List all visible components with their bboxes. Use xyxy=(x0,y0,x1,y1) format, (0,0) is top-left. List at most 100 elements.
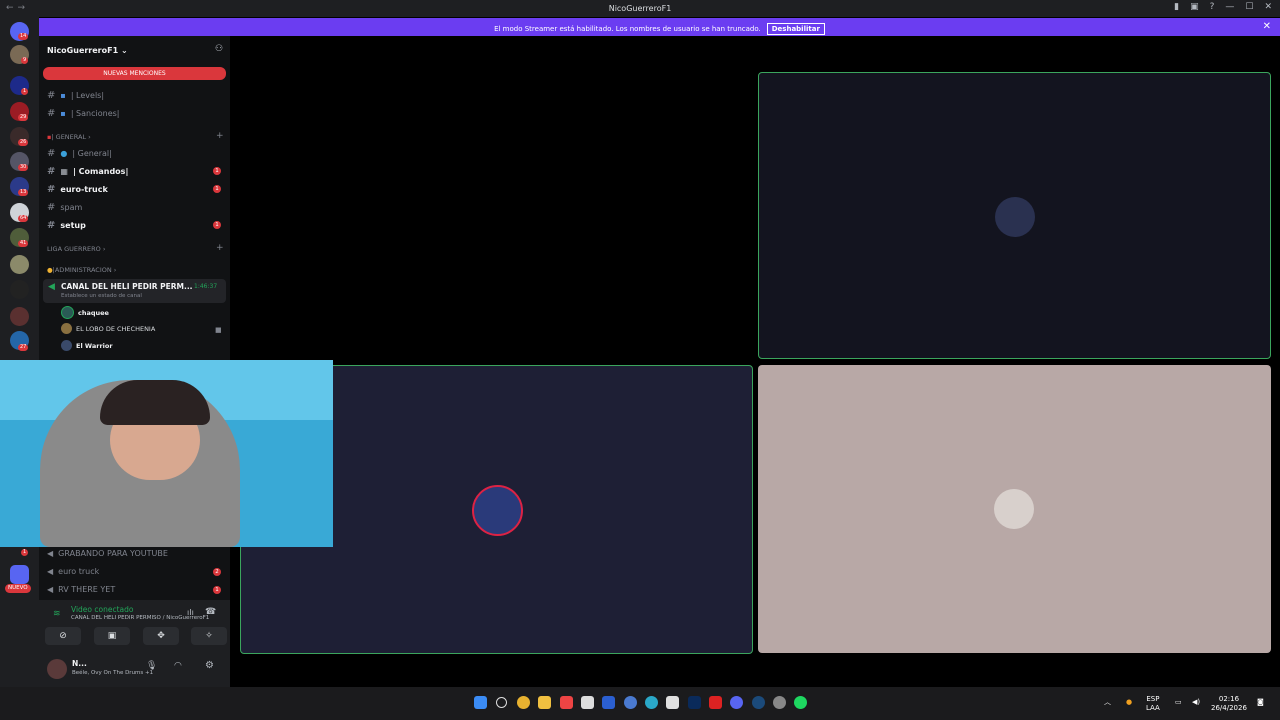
channel-status-text[interactable]: Establece un estado de canal xyxy=(61,293,142,299)
participant-tile[interactable] xyxy=(758,365,1271,653)
speaker-icon: ◀ xyxy=(47,567,54,576)
share-screen-button[interactable]: ▣ xyxy=(94,627,130,645)
window-title: NicoGuerreroF1 xyxy=(608,4,672,13)
screen-icon[interactable]: ▣ xyxy=(1190,2,1199,12)
tray-chevron-icon[interactable]: ︿ xyxy=(1104,698,1111,707)
edge-icon[interactable] xyxy=(645,696,658,709)
file-explorer-icon[interactable] xyxy=(538,696,551,709)
create-channel-icon[interactable]: + xyxy=(216,243,224,253)
category-liga[interactable]: LIGA GUERRERO › xyxy=(47,245,105,253)
voice-channel-item[interactable]: ◀ euro truck xyxy=(47,567,99,576)
spotify-icon[interactable] xyxy=(794,696,807,709)
unread-badge: 1 xyxy=(213,167,221,175)
create-channel-icon[interactable]: + xyxy=(216,131,224,141)
add-member-icon[interactable]: ⚇ xyxy=(215,44,223,54)
speaker-icon: ◀ xyxy=(47,585,54,594)
guild-badge: 41 xyxy=(18,240,29,247)
voice-channel-active[interactable]: ◀ CANAL DEL HELI PEDIR PERM... 1:46:37 E… xyxy=(43,279,226,303)
server-name-header[interactable]: NicoGuerreroF1 ⌄ xyxy=(47,46,128,55)
brave-icon[interactable] xyxy=(560,696,573,709)
guild-badge: 27 xyxy=(18,344,29,351)
server-icon[interactable] xyxy=(10,280,29,299)
category-general[interactable]: ▪| GENERAL › xyxy=(47,133,91,141)
chevron-down-icon: ⌄ xyxy=(120,46,128,55)
voice-user[interactable]: El Warrior xyxy=(61,340,113,351)
avatar xyxy=(61,340,72,351)
mic-icon[interactable]: 🎙 xyxy=(146,661,157,671)
channel-name: euro truck xyxy=(58,567,100,576)
close-window-button[interactable]: ✕ xyxy=(1264,2,1272,12)
notifications-icon[interactable]: ◙ xyxy=(1257,698,1264,707)
channel-item[interactable]: # ▪ | Levels| xyxy=(47,90,104,101)
channel-name: | General| xyxy=(72,149,112,158)
camera-off-button[interactable]: ⊘ xyxy=(45,627,81,645)
channel-item[interactable]: # spam xyxy=(47,202,82,213)
new-mentions-bar[interactable]: NUEVAS MENCIONES xyxy=(43,67,226,80)
volume-icon[interactable]: ◀) xyxy=(1192,698,1200,707)
app-icon[interactable] xyxy=(581,696,594,709)
guild-badge: 13 xyxy=(18,189,29,196)
guild-badge: 1 xyxy=(21,549,29,556)
language-indicator[interactable]: ESP LAA xyxy=(1146,695,1160,713)
server-name: NicoGuerreroF1 xyxy=(47,46,119,55)
settings-gear-icon[interactable]: ⚙ xyxy=(205,660,214,671)
participant-avatar xyxy=(994,489,1034,529)
steam-icon[interactable] xyxy=(752,696,765,709)
calculator-icon[interactable] xyxy=(666,696,679,709)
channel-item[interactable]: # euro-truck xyxy=(47,184,108,195)
channel-item[interactable]: # setup xyxy=(47,220,86,231)
voice-user[interactable]: EL LOBO DE CHECHENIA xyxy=(61,323,155,334)
f1-icon[interactable] xyxy=(709,696,722,709)
photos-icon[interactable] xyxy=(624,696,637,709)
noise-suppression-icon[interactable]: ıIı xyxy=(187,608,194,617)
channel-item[interactable]: # ● | General| xyxy=(47,148,112,159)
headphones-icon[interactable]: ◠ xyxy=(174,661,182,671)
search-icon[interactable] xyxy=(496,697,507,708)
tray-mic-icon[interactable]: ● xyxy=(1126,698,1132,707)
maximize-button[interactable]: ☐ xyxy=(1245,2,1253,12)
hash-icon: # xyxy=(47,220,56,231)
help-icon[interactable]: ? xyxy=(1210,2,1215,12)
folder-icon[interactable] xyxy=(10,565,29,584)
activities-button[interactable]: ✥ xyxy=(143,627,179,645)
participant-tile[interactable] xyxy=(758,72,1271,359)
server-icon[interactable] xyxy=(10,255,29,274)
keyboard-layout: LAA xyxy=(1146,704,1160,712)
minimize-button[interactable]: — xyxy=(1225,2,1234,12)
clock[interactable]: 02:16 26/4/2026 xyxy=(1211,695,1247,713)
discord-icon[interactable] xyxy=(730,696,743,709)
hash-icon: # xyxy=(47,184,56,195)
connection-status: Video conectado xyxy=(71,605,134,614)
voice-user-name: El Warrior xyxy=(76,341,113,350)
obs-icon[interactable] xyxy=(773,696,786,709)
word-icon[interactable] xyxy=(602,696,615,709)
guild-badge: 64 xyxy=(18,215,29,222)
disable-streamer-button[interactable]: Deshabilitar xyxy=(766,23,825,35)
keyboard-icon: ▦ xyxy=(60,167,68,176)
user-avatar[interactable] xyxy=(47,659,67,679)
signal-icon[interactable]: ≋ xyxy=(53,609,61,619)
chrome-icon[interactable] xyxy=(517,696,530,709)
channel-item[interactable]: # ▦ | Comandos| xyxy=(47,166,128,177)
voice-channel-item[interactable]: ◀ GRABANDO PARA YOUTUBE xyxy=(47,549,168,558)
voice-channel-item[interactable]: ◀ RV THERE YET xyxy=(47,585,115,594)
inbox-icon[interactable]: ▮ xyxy=(1174,2,1179,12)
user-name: N... xyxy=(72,659,87,668)
hash-icon: # xyxy=(47,166,56,177)
server-icon[interactable] xyxy=(10,307,29,326)
clock-date: 26/4/2026 xyxy=(1211,704,1247,712)
channel-name: euro-truck xyxy=(60,185,108,194)
network-icon[interactable]: ▭ xyxy=(1175,698,1182,707)
category-label: LIGA GUERRERO xyxy=(47,245,101,253)
soundboard-button[interactable]: ✧ xyxy=(191,627,227,645)
guild-badge: 14 xyxy=(18,33,29,40)
photoshop-icon[interactable] xyxy=(688,696,701,709)
banner-close-icon[interactable]: ✕ xyxy=(1263,21,1271,32)
category-admin[interactable]: ●|ADMINISTRACION › xyxy=(47,266,116,274)
streamer-mode-banner: El modo Streamer está habilitado. Los no… xyxy=(39,18,1280,36)
start-icon[interactable] xyxy=(474,696,487,709)
channel-item[interactable]: # ▪ | Sanciones| xyxy=(47,108,119,119)
webcam-hair xyxy=(100,380,210,425)
voice-user[interactable]: chaquee xyxy=(61,306,109,319)
disconnect-icon[interactable]: ☎ xyxy=(205,607,216,617)
